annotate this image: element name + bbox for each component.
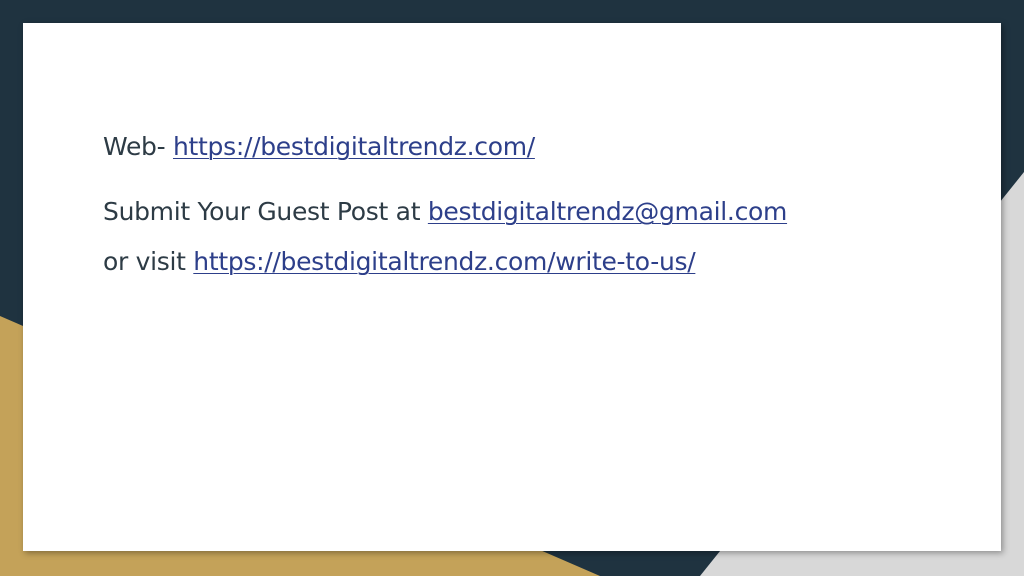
- write-to-us-link[interactable]: https://bestdigitaltrendz.com/write-to-u…: [193, 247, 695, 276]
- slide-content-card: Web- https://bestdigitaltrendz.com/ Subm…: [23, 23, 1001, 551]
- submit-line: Submit Your Guest Post at bestdigitaltre…: [103, 197, 787, 226]
- website-link[interactable]: https://bestdigitaltrendz.com/: [173, 132, 535, 161]
- email-link[interactable]: bestdigitaltrendz@gmail.com: [428, 197, 788, 226]
- visit-line: or visit https://bestdigitaltrendz.com/w…: [103, 247, 696, 276]
- submit-prefix-text: Submit Your Guest Post at: [103, 197, 421, 226]
- web-label: Web-: [103, 132, 166, 161]
- visit-prefix-text: or visit: [103, 247, 186, 276]
- web-line: Web- https://bestdigitaltrendz.com/: [103, 132, 535, 161]
